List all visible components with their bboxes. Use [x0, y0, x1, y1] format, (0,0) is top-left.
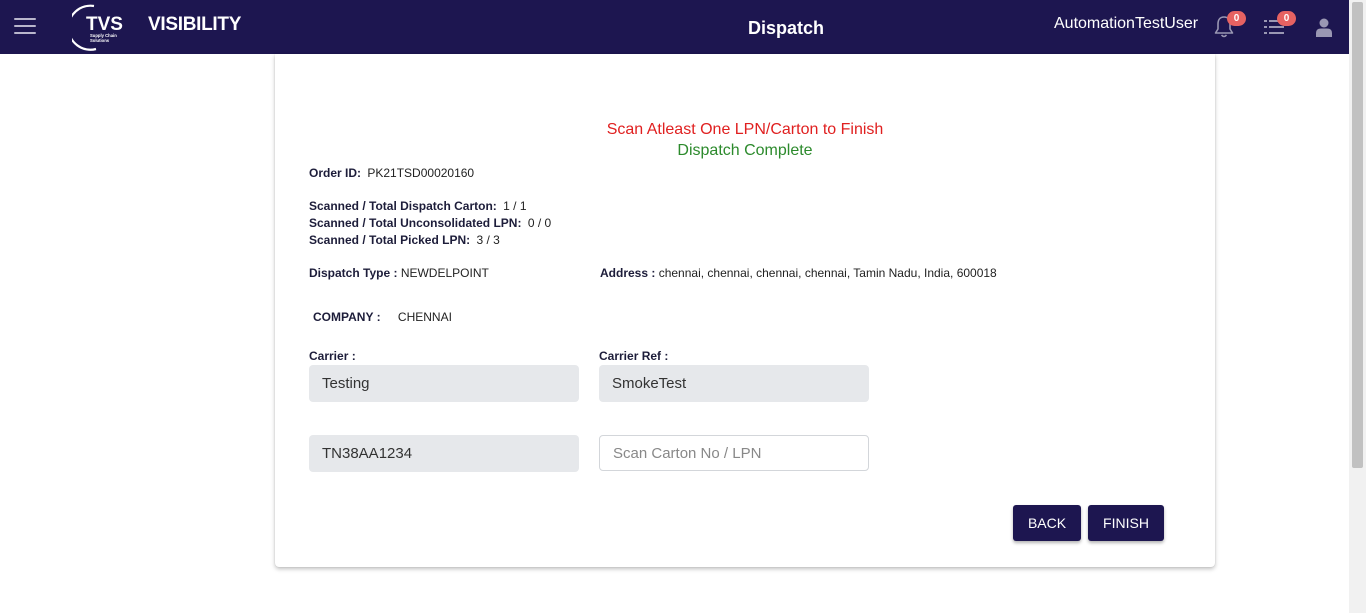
notifications-button[interactable]: 0	[1212, 11, 1246, 40]
dispatch-type-value: NEWDELPOINT	[400, 266, 489, 280]
finish-button[interactable]: FINISH	[1088, 505, 1164, 541]
address-row: Address : chennai, chennai, chennai, che…	[600, 266, 997, 280]
company-row: COMPANY : CHENNAI	[313, 310, 452, 324]
carton-count-label: Scanned / Total Dispatch Carton:	[309, 199, 497, 213]
tvs-logo[interactable]: TVS Supply Chain Solutions	[67, 2, 130, 52]
unconsolidated-count-label: Scanned / Total Unconsolidated LPN:	[309, 216, 522, 230]
company-label: COMPANY :	[313, 310, 381, 324]
logo-text: TVS	[86, 14, 123, 35]
carrier-ref-label: Carrier Ref :	[599, 349, 669, 363]
carton-count-row: Scanned / Total Dispatch Carton: 1 / 1	[309, 199, 527, 213]
address-value: chennai, chennai, chennai, chennai, Tami…	[658, 266, 997, 280]
scrollbar-thumb[interactable]	[1352, 2, 1363, 468]
order-id-value: PK21TSD00020160	[367, 166, 475, 180]
svg-text:Solutions: Solutions	[90, 38, 110, 43]
carrier-ref-field	[599, 365, 869, 402]
carrier-field	[309, 365, 579, 402]
carrier-label: Carrier :	[309, 349, 356, 363]
vehicle-number-field	[309, 435, 579, 472]
username[interactable]: AutomationTestUser	[1054, 15, 1198, 33]
scan-carton-input[interactable]	[599, 435, 869, 471]
tasks-button[interactable]: 0	[1262, 11, 1296, 40]
dispatch-card: Scan Atleast One LPN/Carton to Finish Di…	[275, 54, 1215, 567]
picked-count-label: Scanned / Total Picked LPN:	[309, 233, 471, 247]
tasks-badge: 0	[1277, 11, 1296, 26]
page-scrollbar[interactable]	[1349, 0, 1366, 613]
picked-count-value: 3 / 3	[476, 233, 500, 247]
order-id-row: Order ID: PK21TSD00020160	[309, 166, 474, 180]
picked-count-row: Scanned / Total Picked LPN: 3 / 3	[309, 233, 500, 247]
brand-name: VISIBILITY	[148, 14, 242, 35]
dispatch-type-row: Dispatch Type : NEWDELPOINT	[309, 266, 489, 280]
back-button[interactable]: BACK	[1013, 505, 1081, 541]
order-id-label: Order ID:	[309, 166, 362, 180]
dispatch-type-label: Dispatch Type :	[309, 266, 398, 280]
unconsolidated-count-value: 0 / 0	[527, 216, 552, 230]
carton-count-value: 1 / 1	[503, 199, 527, 213]
unconsolidated-count-row: Scanned / Total Unconsolidated LPN: 0 / …	[309, 216, 551, 230]
user-icon	[1316, 18, 1332, 37]
user-menu-button[interactable]	[1312, 14, 1338, 40]
page-title: Dispatch	[748, 18, 825, 38]
menu-icon[interactable]	[14, 18, 36, 36]
top-navbar: TVS Supply Chain Solutions VISIBILITY Di…	[0, 0, 1349, 54]
error-message: Scan Atleast One LPN/Carton to Finish	[606, 121, 884, 138]
address-label: Address :	[600, 266, 656, 280]
success-message: Dispatch Complete	[677, 142, 813, 159]
notifications-badge: 0	[1227, 11, 1246, 26]
company-value: CHENNAI	[397, 310, 452, 324]
